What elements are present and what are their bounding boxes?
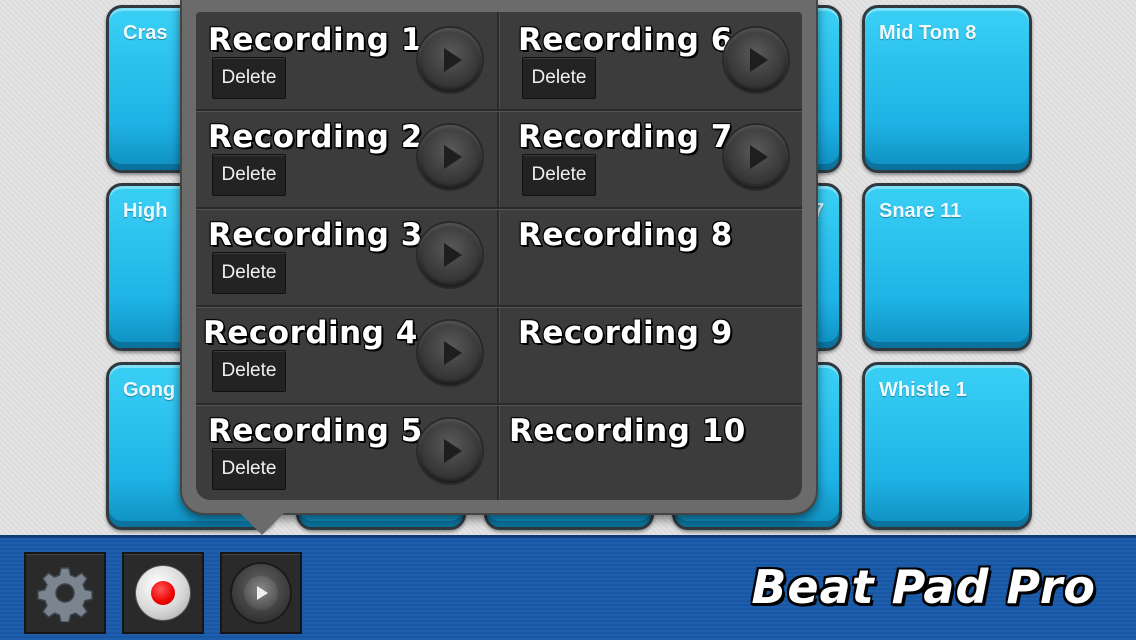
play-icon[interactable]: [418, 125, 482, 189]
recording-item: Recording 6 Delete: [506, 12, 802, 110]
recording-item: Recording 1 Delete: [196, 12, 498, 110]
record-button[interactable]: [122, 552, 204, 634]
recording-item: Recording 2 Delete: [196, 109, 498, 207]
bottom-toolbar: Beat Pad Pro: [0, 535, 1136, 640]
recording-title: Recording 2: [208, 119, 423, 155]
pad-label: Cras: [123, 22, 168, 44]
popup-arrow: [240, 513, 284, 535]
play-icon[interactable]: [418, 223, 482, 287]
delete-button[interactable]: Delete: [212, 448, 286, 490]
pad-snare[interactable]: Snare 11: [862, 183, 1032, 351]
recording-title: Recording 6: [518, 22, 733, 58]
recording-item: Recording 4 Delete: [196, 305, 498, 403]
recordings-grid: Recording 1 Delete Recording 2 Delete Re…: [196, 12, 802, 500]
recording-item: Recording 9: [506, 305, 802, 403]
recording-item: Recording 10: [497, 403, 799, 500]
recording-title: Recording 9: [518, 315, 733, 351]
recording-title: Recording 1: [208, 22, 423, 58]
pad-label: Mid Tom 8: [879, 22, 977, 44]
recording-item: Recording 8: [506, 207, 802, 305]
delete-button[interactable]: Delete: [212, 350, 286, 392]
pad-whistle[interactable]: Whistle 1: [862, 362, 1032, 530]
settings-button[interactable]: [24, 552, 106, 634]
recording-title: Recording 8: [518, 217, 733, 253]
play-icon: [232, 564, 290, 622]
record-icon: [136, 566, 190, 620]
play-icon[interactable]: [724, 125, 788, 189]
pad-label: Gong: [123, 379, 176, 401]
recording-item: Recording 5 Delete: [196, 403, 498, 500]
recording-title: Recording 7: [518, 119, 733, 155]
recording-item: Recording 7 Delete: [506, 109, 802, 207]
gear-icon: [37, 567, 93, 622]
delete-button[interactable]: Delete: [212, 252, 286, 294]
pad-label: Whistle 1: [879, 379, 967, 401]
app-title: Beat Pad Pro: [751, 560, 1096, 614]
delete-button[interactable]: Delete: [212, 154, 286, 196]
delete-button[interactable]: Delete: [522, 57, 596, 99]
pad-label: High: [123, 200, 168, 222]
pad-label: Snare 11: [879, 200, 962, 222]
delete-button[interactable]: Delete: [212, 57, 286, 99]
recording-title: Recording 5: [208, 413, 423, 449]
play-icon[interactable]: [418, 28, 482, 92]
delete-button[interactable]: Delete: [522, 154, 596, 196]
play-icon[interactable]: [418, 321, 482, 385]
play-icon[interactable]: [418, 419, 482, 483]
recording-item: Recording 3 Delete: [196, 207, 498, 305]
recording-title: Recording 3: [208, 217, 423, 253]
play-button[interactable]: [220, 552, 302, 634]
recording-title: Recording 10: [509, 413, 746, 449]
play-icon[interactable]: [724, 28, 788, 92]
recording-title: Recording 4: [203, 315, 418, 351]
pad-mid-tom[interactable]: Mid Tom 8: [862, 5, 1032, 173]
